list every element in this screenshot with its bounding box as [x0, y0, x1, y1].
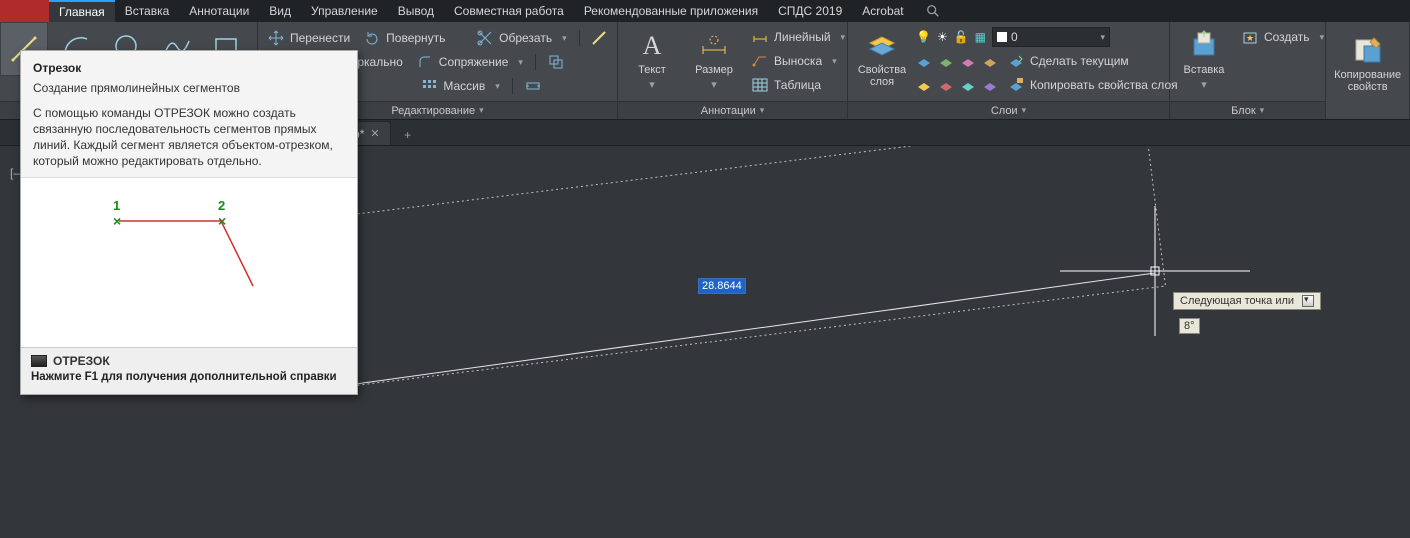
lock-icon[interactable]: 🔓 — [954, 30, 969, 44]
layer-combo[interactable]: 0 ▾ — [992, 27, 1110, 47]
tooltip-command-row: ОТРЕЗОК — [31, 354, 347, 368]
menu-tab-acrobat[interactable]: Acrobat — [852, 0, 913, 22]
svg-text:A: A — [643, 31, 662, 60]
panel-props: Копирование свойств . — [1326, 22, 1410, 119]
fillet-button[interactable]: Сопряжение — [413, 52, 527, 72]
dynamic-angle-input[interactable]: 8° — [1179, 318, 1200, 334]
add-tab-button[interactable]: + — [397, 125, 419, 145]
tooltip-help-text: Нажмите F1 для получения дополнительной … — [31, 370, 347, 384]
block-insert-button[interactable]: Вставка▾ — [1176, 25, 1232, 95]
menu-tab-view[interactable]: Вид — [259, 0, 301, 22]
stretch-icon[interactable] — [521, 76, 545, 96]
menu-tab-manage[interactable]: Управление — [301, 0, 388, 22]
panel-annotation: A Текст▾ Размер▾ Линейный Выноска Таблиц… — [618, 22, 848, 119]
svg-text:★: ★ — [1246, 33, 1254, 43]
line-tool-icon[interactable] — [587, 28, 611, 48]
rotate-button[interactable]: Повернуть — [360, 28, 449, 48]
panel-annotation-label[interactable]: Аннотации▾ — [618, 101, 847, 119]
menu-tab-output[interactable]: Вывод — [388, 0, 444, 22]
panel-layers-label[interactable]: Слои▾ — [848, 101, 1169, 119]
tooltip-subtitle: Создание прямолинейных сегментов — [33, 81, 345, 95]
dimension-button[interactable]: Размер▾ — [686, 25, 742, 95]
panel-block: Вставка▾ ★Создать Блок▾ — [1170, 22, 1326, 119]
layer-iso-icon-1[interactable] — [916, 77, 932, 93]
layer-iso-icon-4[interactable] — [982, 77, 998, 93]
text-button[interactable]: A Текст▾ — [624, 25, 680, 95]
menu-tab-collab[interactable]: Совместная работа — [444, 0, 574, 22]
panel-block-label[interactable]: Блок▾ — [1170, 101, 1325, 119]
command-tooltip: Отрезок Создание прямолинейных сегментов… — [20, 50, 358, 395]
layer-iso-icon-2[interactable] — [938, 77, 954, 93]
panel-layers: Свойства слоя 💡 ☀ 🔓 ▦ 0 ▾ — [848, 22, 1170, 119]
menu-tab-annotate[interactable]: Аннотации — [179, 0, 259, 22]
trim-button[interactable]: Обрезать — [473, 28, 570, 48]
menu-bar: Главная Вставка Аннотации Вид Управление… — [0, 0, 1410, 22]
layer-state-icon-3[interactable] — [960, 53, 976, 69]
tooltip-title: Отрезок — [33, 61, 345, 75]
copy-layer-props-button[interactable]: Копировать свойства слоя — [1004, 75, 1182, 95]
dynamic-prompt[interactable]: Следующая точка или — [1173, 292, 1321, 310]
tooltip-illustration: 1 2 × × — [21, 177, 357, 347]
sun-icon[interactable]: ☀ — [937, 30, 948, 44]
bulb-icon[interactable]: 💡 — [916, 30, 931, 44]
layer-iso-icon-3[interactable] — [960, 77, 976, 93]
command-line-icon — [31, 355, 47, 367]
menu-tab-spds[interactable]: СПДС 2019 — [768, 0, 852, 22]
layer-combo-value: 0 — [1011, 30, 1018, 44]
layer-properties-button[interactable]: Свойства слоя — [854, 25, 910, 92]
layer-state-icon-1[interactable] — [916, 53, 932, 69]
app-icon-area — [0, 0, 49, 22]
offset-icon[interactable] — [544, 52, 568, 72]
close-icon[interactable]: ✕ — [370, 127, 379, 140]
menu-tab-home[interactable]: Главная — [49, 0, 115, 22]
block-create-button[interactable]: ★Создать — [1238, 27, 1328, 47]
prompt-menu-icon[interactable] — [1302, 295, 1314, 307]
ill-point-2-label: 2 — [218, 198, 225, 213]
table-button[interactable]: Таблица — [748, 75, 849, 95]
layer-state-icon-2[interactable] — [938, 53, 954, 69]
layer-state-icon-4[interactable] — [982, 53, 998, 69]
dynamic-prompt-text: Следующая точка или — [1180, 295, 1294, 307]
menu-tab-insert[interactable]: Вставка — [115, 0, 180, 22]
search-icon[interactable] — [926, 0, 940, 22]
dynamic-distance-input[interactable]: 28.8644 — [698, 278, 746, 294]
layer-color-swatch — [997, 32, 1007, 42]
plot-icon[interactable]: ▦ — [975, 30, 986, 44]
match-properties-button[interactable]: Копирование свойств — [1332, 30, 1403, 97]
array-button[interactable]: Массив — [417, 76, 503, 96]
tooltip-body: С помощью команды ОТРЕЗОК можно создать … — [33, 105, 345, 169]
leader-button[interactable]: Выноска — [748, 51, 849, 71]
tooltip-command-name: ОТРЕЗОК — [53, 354, 110, 368]
linear-dim-button[interactable]: Линейный — [748, 27, 849, 47]
menu-tab-apps[interactable]: Рекомендованные приложения — [574, 0, 768, 22]
make-current-button[interactable]: Сделать текущим — [1004, 51, 1133, 71]
chevron-down-icon: ▾ — [1100, 32, 1105, 43]
ill-point-1-label: 1 — [113, 198, 120, 213]
move-button[interactable]: Перенести — [264, 28, 354, 48]
